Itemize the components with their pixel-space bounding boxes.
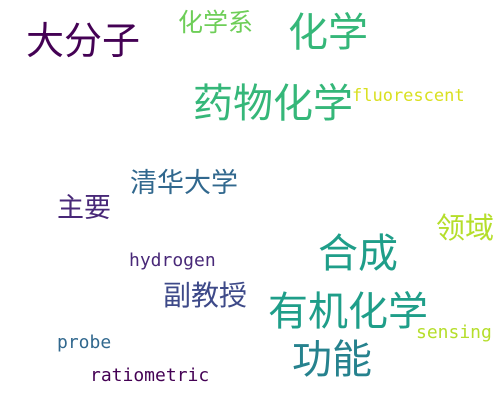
word-chemistry: 化学 — [288, 10, 368, 56]
word-associate-professor: 副教授 — [163, 279, 248, 312]
word-function: 功能 — [292, 337, 372, 383]
word-ratiometric: ratiometric — [90, 365, 210, 386]
word-chemistry-department: 化学系 — [178, 8, 254, 37]
word-cloud: 大分子 化学系 化学 药物化学 fluorescent 清华大学 主要 领域 合… — [0, 0, 500, 400]
word-sensing: sensing — [416, 322, 492, 343]
word-field: 领域 — [436, 211, 495, 245]
word-fluorescent: fluorescent — [352, 86, 465, 106]
word-macromolecule: 大分子 — [26, 19, 141, 63]
word-synthesis: 合成 — [318, 231, 398, 277]
word-main: 主要 — [57, 193, 111, 224]
word-medicinal-chemistry: 药物化学 — [193, 81, 353, 127]
word-probe: probe — [57, 332, 112, 353]
word-organic-chemistry: 有机化学 — [268, 289, 428, 335]
word-tsinghua-university: 清华大学 — [130, 168, 238, 199]
word-hydrogen: hydrogen — [129, 250, 216, 271]
